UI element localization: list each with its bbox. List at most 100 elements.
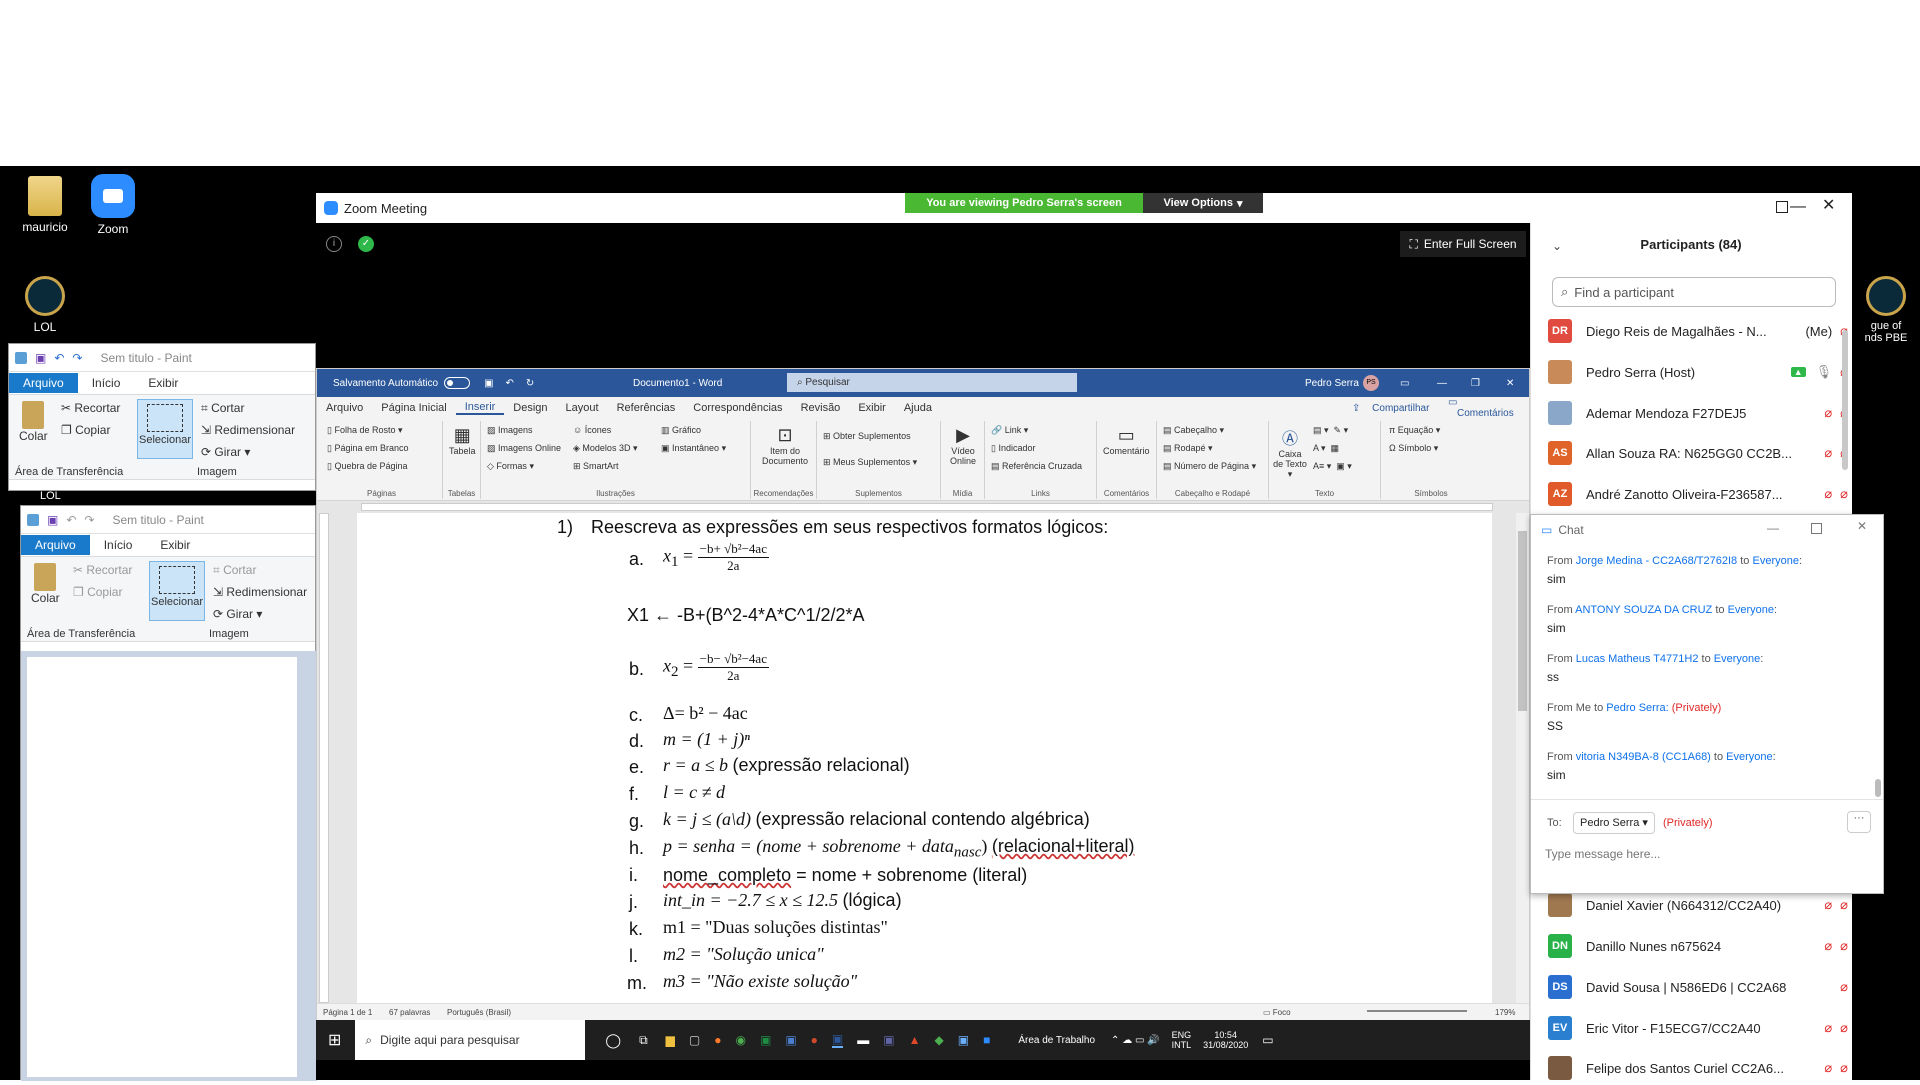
numero-de-pagina-button[interactable]: ▤ Número de Página ▾ [1163,461,1256,472]
zoom-slider[interactable] [1367,1010,1467,1012]
icones-button[interactable]: ☺ Ícones [573,425,611,435]
participant-row[interactable]: Pedro Serra (Host)▲🎙⌀ [1548,355,1848,389]
colar-button[interactable]: Colar [31,563,60,605]
quebra-de-pagina-button[interactable]: ▯ Quebra de Página [327,461,408,472]
save-icon[interactable]: ▣ [35,351,46,365]
tab-exibir[interactable]: Exibir [134,373,192,393]
copiar-button[interactable]: ❐ Copiar [61,423,110,437]
word-search-box[interactable]: ⌕ Pesquisar [787,373,1077,392]
powerpoint-icon[interactable]: ● [811,1033,818,1047]
maximize-icon[interactable] [1776,201,1788,213]
recipient-link[interactable]: Everyone [1728,604,1774,616]
zoom-level[interactable]: 179% [1495,1008,1515,1017]
cabecalho-button[interactable]: ▤ Cabeçalho ▾ [1163,425,1224,436]
horizontal-ruler[interactable] [317,501,1529,513]
redimensionar-button[interactable]: ⇲ Redimensionar [213,585,307,599]
vertical-ruler[interactable] [319,513,329,1003]
cortar-button[interactable]: ⌗ Cortar [213,563,256,578]
avatar[interactable]: PS [1363,375,1379,391]
tab-exibir[interactable]: Exibir [146,535,204,555]
app-icon-4[interactable]: ▲ [909,1033,921,1047]
sender-link[interactable]: Lucas Matheus T4771H2 [1576,653,1699,665]
task-view-icon[interactable]: ⧉ [639,1033,648,1048]
paint-window-2[interactable]: ▣ ↶ ↷ Sem titulo - Paint Arquivo Início … [20,505,317,1081]
chat-message-input[interactable] [1545,843,1865,865]
minimize-icon[interactable]: — [1767,521,1779,535]
tab-layout[interactable]: Layout [557,402,608,414]
zoom-taskbar-icon[interactable]: ■ [983,1033,990,1047]
paint-window-1[interactable]: ▣ ↶ ↷ Sem titulo - Paint Arquivo Início … [8,343,316,491]
close-icon[interactable]: ✕ [1506,378,1514,389]
referencia-cruzada-button[interactable]: ▤ Referência Cruzada [991,461,1082,472]
redo-icon[interactable]: ↷ [72,351,82,365]
chrome-icon[interactable]: ◉ [735,1033,745,1047]
cortar-button[interactable]: ⌗ Cortar [201,401,244,416]
obter-suplementos-button[interactable]: ⊞ Obter Suplementos [823,431,911,442]
girar-button[interactable]: ⟳ Girar ▾ [213,607,262,621]
participant-row[interactable]: AZ André Zanotto Oliveira-F236587... ⌀ ⌀ [1548,477,1848,511]
focus-button[interactable]: ▭ Foco [1263,1008,1291,1017]
app-icon-3[interactable]: ▣ [785,1033,796,1047]
quick-parts-icon[interactable]: ▤ ▾ ✎ ▾ [1313,425,1348,436]
recipient-link[interactable]: Everyone [1726,751,1772,763]
participants-scrollbar[interactable] [1842,330,1848,470]
security-shield-icon[interactable]: ✓ [358,236,374,252]
girar-button[interactable]: ⟳ Girar ▾ [201,445,250,459]
share-button[interactable]: ⇪ Compartilhar [1343,403,1447,414]
app-icon-5[interactable]: ◆ [934,1033,943,1047]
recortar-button[interactable]: ✂ Recortar [61,401,120,415]
ribbon-display-icon[interactable]: ▭ [1400,378,1409,389]
desktop-toolbar-label[interactable]: Área de Trabalho [1018,1035,1095,1046]
tab-correspondencias[interactable]: Correspondências [684,402,791,414]
vertical-scrollbar[interactable] [1516,513,1529,1003]
notifications-icon[interactable]: ▭ [1262,1033,1273,1047]
x1-answer-text[interactable]: X1 ← -B+(B^2-4*A*C^1/2/2*A [627,605,865,626]
tab-inicio[interactable]: Início [78,373,135,393]
item-do-documento-button[interactable]: ⊡ Item do Documento [757,425,813,466]
tab-inserir[interactable]: Inserir [455,401,505,415]
formas-button[interactable]: ◇ Formas ▾ [487,461,534,472]
terminal-icon[interactable]: ▬ [857,1033,869,1047]
sender-link[interactable]: vitoria N349BA-8 (CC1A68) [1576,751,1711,763]
close-icon[interactable]: ✕ [1857,519,1867,533]
redimensionar-button[interactable]: ⇲ Redimensionar [201,423,295,437]
caixa-de-texto-button[interactable]: Ⓐ Caixa de Texto ▾ [1273,425,1307,480]
tray-icons[interactable]: ⌃ ☁ ▭ 🔊 [1111,1035,1160,1046]
comentario-button[interactable]: ▭ Comentário [1103,425,1150,456]
participant-row[interactable]: DS David Sousa | N586ED6 | CC2A68 ⌀ [1548,970,1848,1004]
document-page[interactable]: 1) Reescreva as expressões em seus respe… [361,513,1491,1003]
copiar-button[interactable]: ❐ Copiar [73,585,122,599]
comments-button[interactable]: ▭ Comentários [1439,397,1532,419]
recipient-link[interactable]: Everyone [1714,653,1760,665]
tab-inicio[interactable]: Início [90,535,147,555]
tab-referencias[interactable]: Referências [608,402,685,414]
windows-start-icon[interactable]: ⊞ [328,1030,341,1050]
save-icon[interactable]: ▣ [47,513,58,527]
teams-icon[interactable]: ▣ [883,1033,894,1047]
participant-row[interactable]: Ademar Mendoza F27DEJ5⌀⌀ [1548,396,1848,430]
participant-row[interactable]: DN Danillo Nunes n675624 ⌀ ⌀ [1548,929,1848,963]
page-count[interactable]: Página 1 de 1 [323,1008,372,1017]
paint-canvas-area[interactable] [21,651,317,1081]
tab-arquivo[interactable]: Arquivo [9,373,78,393]
paint-canvas[interactable] [27,657,297,1077]
view-options-button[interactable]: View Options ▾ [1143,193,1263,213]
language-indicator[interactable]: ENG INTL [1172,1030,1192,1050]
firefox-icon[interactable]: ● [714,1033,721,1047]
desktop-icon-zoom[interactable]: Zoom [68,174,158,236]
app-icon-6[interactable]: ▣ [958,1033,969,1047]
find-participant-input[interactable]: ⌕ Find a participant [1552,277,1836,307]
colar-button[interactable]: Colar [19,401,48,443]
dropcap-icon[interactable]: A≡ ▾ ▣ ▾ [1313,461,1352,472]
minimize-icon[interactable]: — [1437,378,1447,389]
selecionar-button[interactable]: Selecionar [149,561,205,621]
close-icon[interactable]: ✕ [1822,195,1835,215]
tab-arquivo[interactable]: Arquivo [21,535,90,555]
smartart-button[interactable]: ⊞ SmartArt [573,461,619,472]
language-indicator[interactable]: Português (Brasil) [447,1008,511,1017]
participant-row[interactable]: EV Eric Vitor - F15ECG7/CC2A40 ⌀ ⌀ [1548,1011,1848,1045]
link-button[interactable]: 🔗 Link ▾ [991,425,1028,436]
explorer-icon[interactable]: ▆ [666,1033,675,1047]
redo-icon[interactable]: ↻ [526,378,534,389]
desktop-icon-lol-pbe[interactable]: gue of nds PBE [1852,276,1920,366]
